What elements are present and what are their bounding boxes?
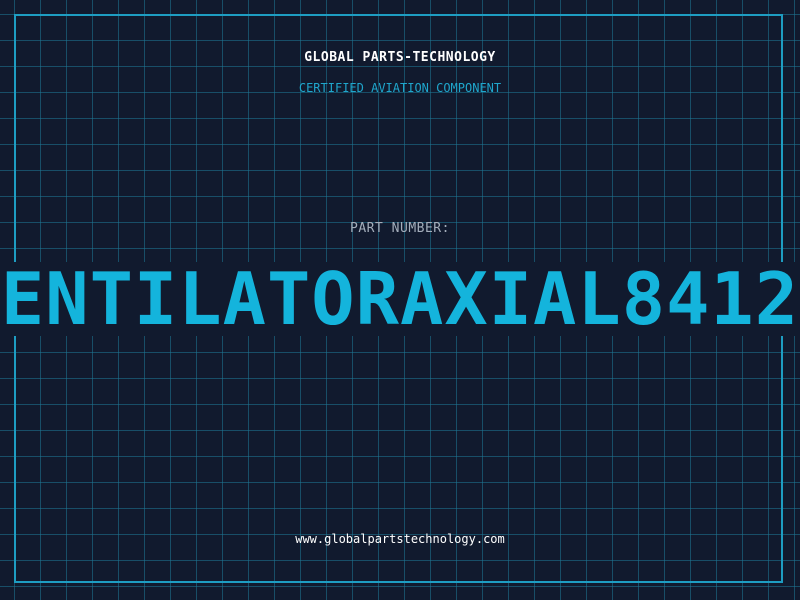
certification-subtitle: CERTIFIED AVIATION COMPONENT [298, 81, 502, 95]
company-name: GLOBAL PARTS-TECHNOLOGY [304, 50, 496, 65]
part-number-label: PART NUMBER: [350, 221, 450, 236]
part-number-value: VENTILATORAXIAL8412X [0, 262, 800, 336]
website-url: www.globalpartstechnology.com [295, 532, 505, 546]
part-number-band: VENTILATORAXIAL8412X [0, 262, 800, 336]
